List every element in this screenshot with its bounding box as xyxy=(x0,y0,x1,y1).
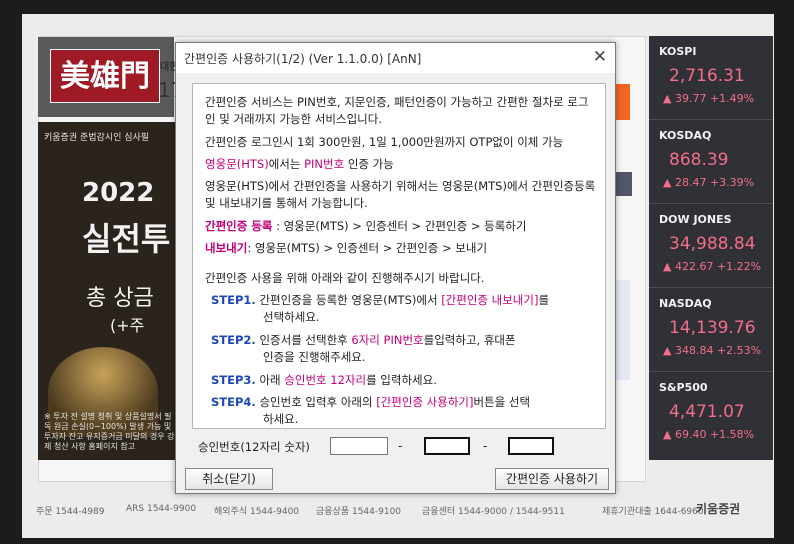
index-change: ▲ 69.40 +1.58% xyxy=(663,428,755,441)
step2: STEP2. 인증서를 선택한후 6자리 PIN번호를입력하고, 휴대폰 xyxy=(211,332,516,349)
register-path-text: : 영웅문(MTS) > 인증센터 > 간편인증 > 등록하기 xyxy=(272,219,527,233)
hts-text-end: 인증 가능 xyxy=(344,157,394,171)
side-button-partial[interactable] xyxy=(616,172,632,196)
side-banner-partial xyxy=(616,280,630,380)
limit-paragraph: 간편인증 로그인시 1회 300만원, 1일 1,000만원까지 OTP없이 이… xyxy=(205,135,564,149)
step4: STEP4. 승인번호 입력후 아래의 [간편인증 사용하기]버튼을 선택 xyxy=(211,394,530,411)
index-name: DOW JONES xyxy=(659,213,732,226)
approval-number-label: 승인번호(12자리 숫자) xyxy=(198,440,310,454)
index-item-dow-jones: DOW JONES 34,988.84 ▲ 422.67 +1.22% xyxy=(649,204,773,288)
banner-notice: 키움증권 준법감시인 심사필 xyxy=(44,133,150,143)
dash-separator: - xyxy=(398,439,403,453)
step2-cont: 인증을 진행해주세요. xyxy=(263,350,366,364)
export-path-text: : 영웅문(MTS) > 인증센터 > 간편인증 > 보내기 xyxy=(247,241,488,255)
approval-number-input-2[interactable] xyxy=(424,437,470,455)
step1-text: 간편인증을 등록한 영웅문(MTS)에서 xyxy=(255,293,442,307)
index-change: ▲ 422.67 +1.22% xyxy=(663,260,762,273)
promo-banner[interactable]: 키움증권 준법감시인 심사필 2022 실전투 총 상금 (+주 ※ 투자 전 … xyxy=(38,122,176,460)
step3: STEP3. 아래 승인번호 12자리를 입력하세요. xyxy=(211,372,437,389)
footer-brand-logo: 키움증권 xyxy=(696,502,741,516)
index-item-sp500: S&P500 4,471.07 ▲ 69.40 +1.58% xyxy=(649,372,773,456)
step3-highlight: 승인번호 12자리 xyxy=(284,373,367,387)
login-button-partial[interactable] xyxy=(616,84,630,120)
approval-number-row: 승인번호(12자리 숫자) - - xyxy=(196,437,606,457)
brand-logo: 美雄門 xyxy=(38,37,174,117)
close-icon[interactable]: ✕ xyxy=(593,47,607,67)
banner-title: 실전투 xyxy=(82,220,171,258)
banner-year: 2022 xyxy=(82,178,155,208)
step3-text: 아래 xyxy=(255,373,285,387)
banner-total: 총 상금 xyxy=(86,286,154,311)
index-change: ▲ 39.77 +1.49% xyxy=(663,92,755,105)
simple-auth-dialog: 간편인증 사용하기(1/2) (Ver 1.1.0.0) [AnN] ✕ 간편인… xyxy=(175,42,616,494)
step4-text-end: 버튼을 선택 xyxy=(473,395,531,409)
index-name: S&P500 xyxy=(659,381,708,394)
footer-contact: 제휴기관대출 1644-6960 xyxy=(602,507,704,517)
dialog-titlebar[interactable]: 간편인증 사용하기(1/2) (Ver 1.1.0.0) [AnN] ✕ xyxy=(176,43,615,73)
export-label: 내보내기 xyxy=(205,241,248,255)
index-item-kospi: KOSPI 2,716.31 ▲ 39.77 +1.49% xyxy=(649,36,773,120)
step1-text-end: 를 xyxy=(538,293,550,307)
hts-pin: PIN번호 xyxy=(304,157,345,171)
index-value: 2,716.31 xyxy=(669,66,745,86)
step1: STEP1. 간편인증을 등록한 영웅문(MTS)에서 [간편인증 내보내기]를 xyxy=(211,292,549,309)
index-item-kosdaq: KOSDAQ 868.39 ▲ 28.47 +3.39% xyxy=(649,120,773,204)
cancel-button[interactable]: 취소(닫기) xyxy=(185,468,273,490)
intro-paragraph: 간편인증 서비스는 PIN번호, 지문인증, 패턴인증이 가능하고 간편한 절차… xyxy=(205,95,589,126)
footer-contact: 금융센터 1544-9000 / 1544-9511 xyxy=(422,507,565,517)
approval-number-input-1[interactable] xyxy=(330,437,388,455)
footer-contact: 주문 1544-4989 xyxy=(36,507,105,517)
banner-sub: (+주 xyxy=(110,316,145,335)
market-index-panel: KOSPI 2,716.31 ▲ 39.77 +1.49% KOSDAQ 868… xyxy=(649,36,773,460)
index-name: KOSDAQ xyxy=(659,129,712,142)
index-value: 14,139.76 xyxy=(669,318,756,338)
dialog-title: 간편인증 사용하기(1/2) (Ver 1.1.0.0) [AnN] xyxy=(184,52,422,66)
index-item-nasdaq: NASDAQ 14,139.76 ▲ 348.84 +2.53% xyxy=(649,288,773,372)
index-value: 4,471.07 xyxy=(669,402,745,422)
step1-label: STEP1. xyxy=(211,293,256,307)
index-name: NASDAQ xyxy=(659,297,712,310)
step2-text: 인증서를 선택한후 xyxy=(255,333,352,347)
step4-cont: 하세요. xyxy=(263,412,299,426)
hts-name: 영웅문(HTS) xyxy=(205,157,269,171)
approval-number-input-3[interactable] xyxy=(508,437,554,455)
footer-contacts: 주문 1544-4989 ARS 1544-9900 해외주식 1544-940… xyxy=(22,494,774,524)
use-simple-auth-button[interactable]: 간편인증 사용하기 xyxy=(495,468,609,490)
step2-text-end: 를입력하고, 휴대폰 xyxy=(423,333,516,347)
step4-highlight: [간편인증 사용하기] xyxy=(376,395,474,409)
step1-cont: 선택하세요. xyxy=(263,310,320,324)
step3-label: STEP3. xyxy=(211,373,256,387)
hts-text: 에서는 xyxy=(268,157,305,171)
step3-text-end: 를 입력하세요. xyxy=(366,373,437,387)
steps-intro: 간편인증 사용을 위해 아래와 같이 진행해주시기 바랍니다. xyxy=(205,271,485,285)
footer-contact: ARS 1544-9900 xyxy=(126,504,197,514)
index-value: 868.39 xyxy=(669,150,729,170)
register-path: 간편인증 등록 : 영웅문(MTS) > 인증센터 > 간편인증 > 등록하기 xyxy=(205,218,526,235)
step2-highlight: 6자리 PIN번호 xyxy=(351,333,424,347)
dash-separator: - xyxy=(483,439,488,453)
logo-mark: 美雄門 xyxy=(50,49,160,103)
mts-paragraph: 영웅문(HTS)에서 간편인증을 사용하기 위해서는 영웅문(MTS)에서 간편… xyxy=(205,179,596,210)
index-value: 34,988.84 xyxy=(669,234,756,254)
banner-disclaimer: ※ 투자 전 설명 청취 및 상품설명서 필독 원금 손실(0~100%) 발생… xyxy=(44,412,175,451)
index-name: KOSPI xyxy=(659,45,697,58)
instructions-panel: 간편인증 서비스는 PIN번호, 지문인증, 패턴인증이 가능하고 간편한 절차… xyxy=(192,83,606,429)
footer-contact: 금융상품 1544-9100 xyxy=(316,507,402,517)
step1-highlight: [간편인증 내보내기] xyxy=(441,293,539,307)
export-path: 내보내기: 영웅문(MTS) > 인증센터 > 간편인증 > 보내기 xyxy=(205,240,487,257)
footer-contact: 해외주식 1544-9400 xyxy=(214,507,300,517)
step2-label: STEP2. xyxy=(211,333,256,347)
step4-label: STEP4. xyxy=(211,395,256,409)
index-change: ▲ 28.47 +3.39% xyxy=(663,176,755,189)
step4-text: 승인번호 입력후 아래의 xyxy=(255,395,377,409)
register-label: 간편인증 등록 xyxy=(205,219,273,233)
index-change: ▲ 348.84 +2.53% xyxy=(663,344,762,357)
hts-paragraph: 영웅문(HTS)에서는 PIN번호 인증 가능 xyxy=(205,156,394,173)
